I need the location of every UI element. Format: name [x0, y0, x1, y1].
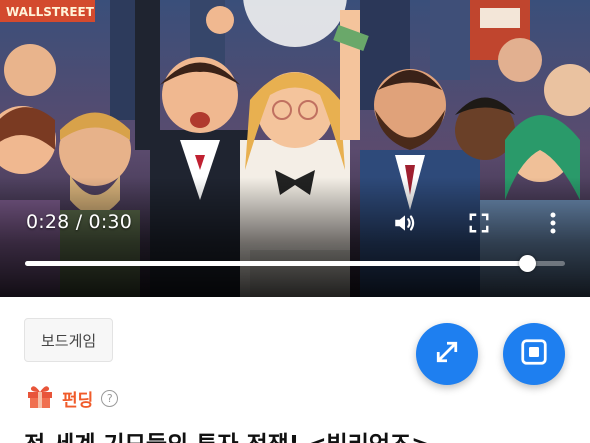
- volume-icon: [392, 210, 418, 236]
- funding-label: 펀딩: [62, 390, 94, 411]
- seek-bar-progress: [25, 261, 528, 266]
- product-title: 전 세계 기묘들의 투자 전쟁! <빌리언즈>: [24, 425, 584, 443]
- expand-arrows-icon: [432, 337, 462, 371]
- video-player[interactable]: WALLSTREET 0:28 / 0:30: [0, 0, 590, 297]
- gift-icon: [26, 383, 54, 413]
- stop-button[interactable]: [503, 323, 565, 385]
- wallstreet-banner: WALLSTREET: [6, 5, 95, 19]
- help-icon[interactable]: ?: [101, 389, 119, 407]
- category-chip[interactable]: 보드게임: [24, 318, 114, 362]
- funding-status: 펀딩 ?: [26, 383, 119, 413]
- product-info: 보드게임 펀딩 ? 전 세계 기묘들의 투자 전쟁! <빌리언즈>: [0, 297, 590, 443]
- fullscreen-icon: [468, 212, 490, 234]
- fullscreen-button[interactable]: [464, 208, 494, 238]
- seek-bar[interactable]: [25, 255, 565, 272]
- expand-button[interactable]: [416, 323, 478, 385]
- video-bottom-gradient: [0, 177, 590, 297]
- mute-button[interactable]: [390, 208, 420, 238]
- more-vert-icon: [549, 211, 557, 235]
- video-time-display: 0:28 / 0:30: [26, 211, 133, 233]
- stop-square-icon: [519, 337, 549, 371]
- app-root: WALLSTREET 0:28 / 0:30 보드게임 펀딩 ?: [0, 0, 590, 443]
- more-options-button[interactable]: [538, 208, 568, 238]
